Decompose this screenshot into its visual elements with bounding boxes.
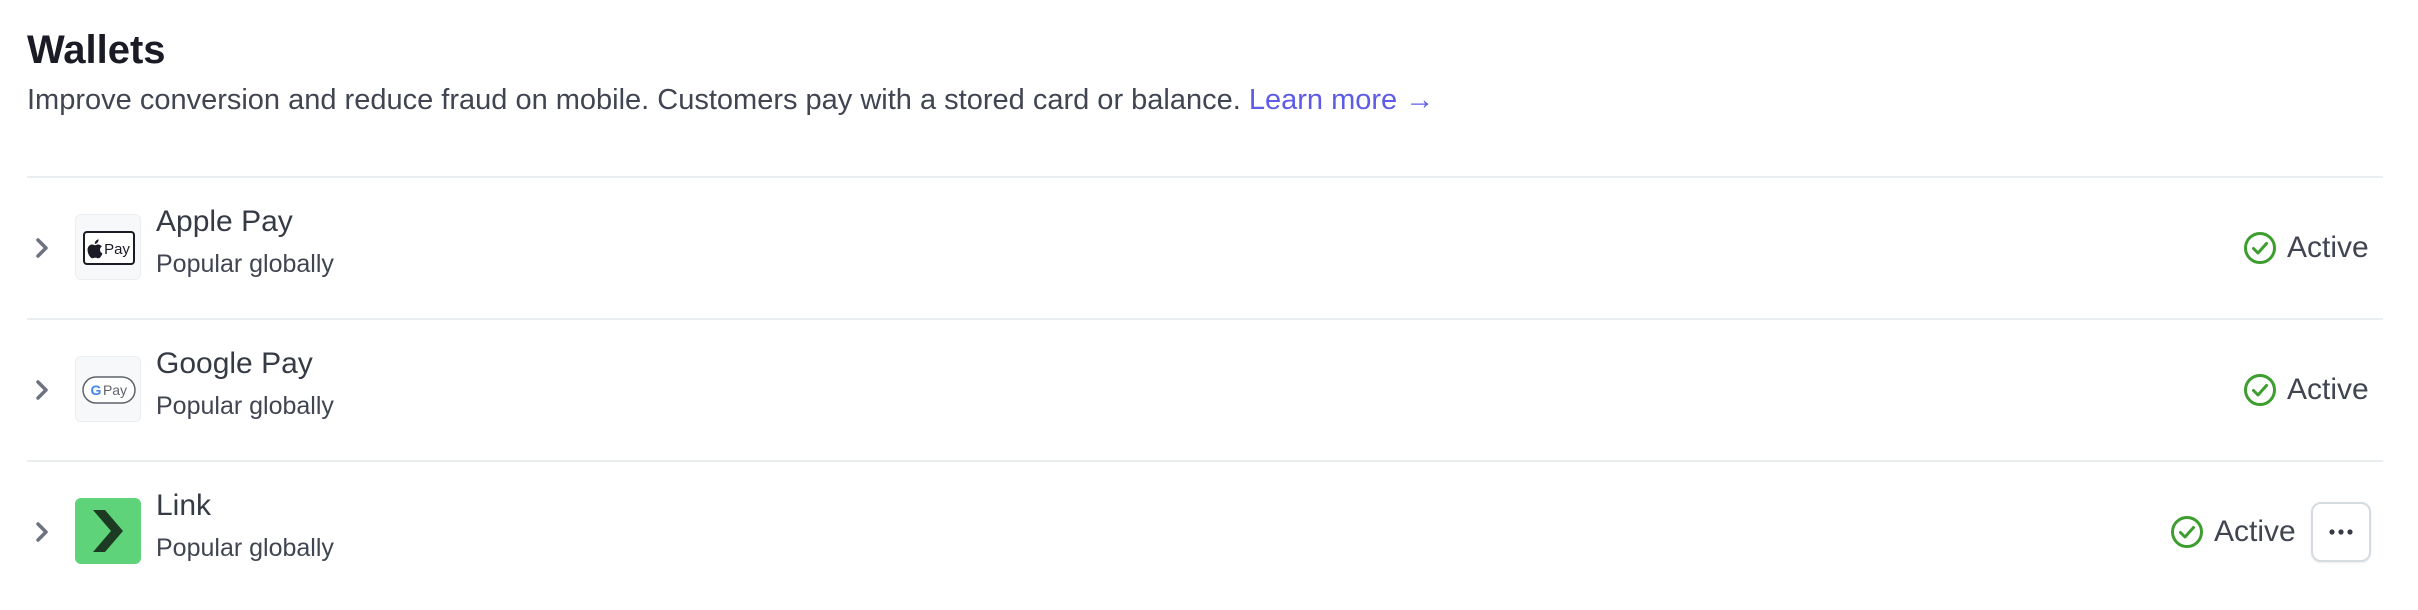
page-title: Wallets (27, 28, 166, 72)
wallet-subtitle: Popular globally (156, 392, 334, 420)
more-actions-button[interactable] (2311, 502, 2371, 562)
wallet-name: Link (156, 489, 212, 522)
wallet-row-google-pay[interactable]: G Pay Google Pay Popular globally Active (27, 320, 2383, 460)
wallet-subtitle: Popular globally (156, 534, 334, 562)
section-description: Improve conversion and reduce fraud on m… (27, 82, 1434, 118)
description-text: Improve conversion and reduce fraud on m… (27, 84, 1241, 116)
status-badge: Active (2243, 228, 2369, 268)
wallet-name: Google Pay (156, 347, 313, 380)
check-circle-icon (2244, 374, 2276, 406)
learn-more-link[interactable]: Learn more → (1249, 84, 1434, 116)
check-circle-icon (2171, 516, 2203, 548)
chevron-right-icon[interactable] (31, 514, 55, 550)
wallet-name: Apple Pay (156, 205, 293, 238)
svg-text:Pay: Pay (103, 382, 127, 398)
status-badge: Active (2243, 370, 2369, 410)
chevron-right-icon[interactable] (31, 372, 55, 408)
svg-text:Pay: Pay (104, 241, 130, 258)
wallet-row-link[interactable]: Link Popular globally Active (27, 462, 2383, 602)
wallet-row-apple-pay[interactable]: Pay Apple Pay Popular globally Active (27, 178, 2383, 318)
status-label: Active (2287, 231, 2369, 264)
status-badge: Active (2170, 512, 2296, 552)
svg-text:G: G (91, 382, 102, 398)
status-label: Active (2214, 515, 2296, 548)
link-logo-icon (75, 498, 141, 564)
more-horizontal-icon (2329, 529, 2353, 535)
chevron-right-icon[interactable] (31, 230, 55, 266)
wallet-subtitle: Popular globally (156, 250, 334, 278)
check-circle-icon (2244, 232, 2276, 264)
apple-pay-logo-icon: Pay (75, 214, 141, 280)
status-label: Active (2287, 373, 2369, 406)
google-pay-logo-icon: G Pay (75, 356, 141, 422)
